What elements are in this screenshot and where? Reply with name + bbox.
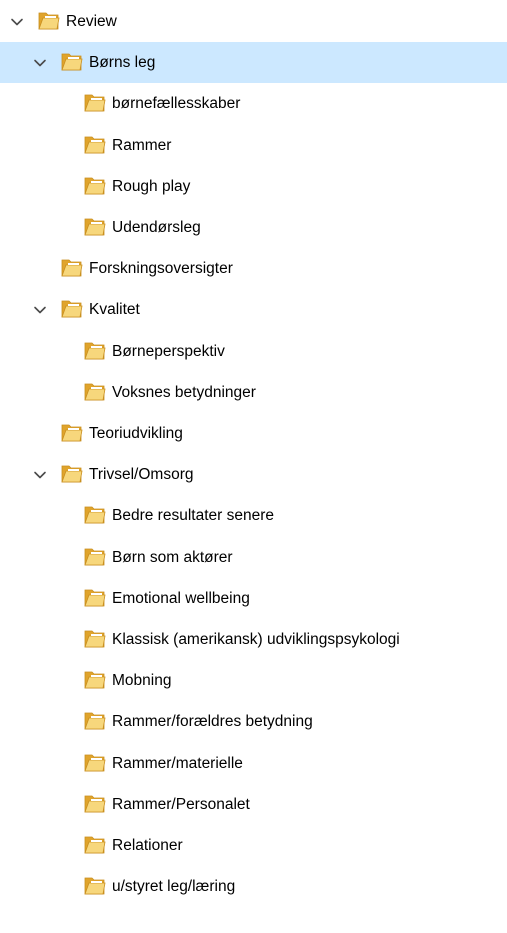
tree-item-label: Bedre resultater senere bbox=[112, 507, 274, 525]
tree-item-forskningsoversigter[interactable]: Forskningsoversigter bbox=[0, 248, 507, 289]
folder-icon bbox=[84, 795, 106, 813]
folder-icon bbox=[61, 465, 83, 483]
tree-item-rammer-materielle[interactable]: Rammer/materielle bbox=[0, 743, 507, 784]
tree-item-label: Emotional wellbeing bbox=[112, 589, 250, 607]
folder-icon bbox=[61, 53, 83, 71]
tree-item-relationer[interactable]: Relationer bbox=[0, 825, 507, 866]
folder-tree: Review Børns leg børnefællesskaber Rammer Ro… bbox=[0, 0, 507, 933]
tree-item-label: Børn som aktører bbox=[112, 548, 233, 566]
folder-icon bbox=[61, 424, 83, 442]
tree-item-label: Rammer bbox=[112, 136, 172, 154]
tree-item-label: Review bbox=[66, 13, 117, 30]
tree-item-label: Rough play bbox=[112, 177, 191, 195]
tree-item-udendorsleg[interactable]: Udendørsleg bbox=[0, 207, 507, 248]
folder-icon bbox=[84, 218, 106, 236]
chevron-down-icon[interactable] bbox=[33, 468, 47, 482]
folder-icon bbox=[84, 712, 106, 730]
tree-item-label: Børns leg bbox=[89, 54, 156, 72]
tree-item-born-som-aktorer[interactable]: Børn som aktører bbox=[0, 537, 507, 578]
tree-item-label: Forskningsoversigter bbox=[89, 260, 233, 278]
folder-icon bbox=[38, 12, 60, 30]
folder-icon bbox=[84, 836, 106, 854]
tree-item-rammer-personalet[interactable]: Rammer/Personalet bbox=[0, 784, 507, 825]
tree-item-label: børnefællesskaber bbox=[112, 95, 241, 113]
tree-item-label: Mobning bbox=[112, 672, 172, 690]
folder-icon bbox=[84, 506, 106, 524]
tree-item-label: Rammer/materielle bbox=[112, 754, 243, 772]
tree-item-borns-leg[interactable]: Børns leg bbox=[0, 42, 507, 84]
tree-item-label: Kvalitet bbox=[89, 301, 140, 319]
chevron-down-icon[interactable] bbox=[10, 15, 24, 29]
tree-item-voksnes-betydninger[interactable]: Voksnes betydninger bbox=[0, 372, 507, 413]
tree-item-emotional-wellbeing[interactable]: Emotional wellbeing bbox=[0, 578, 507, 619]
tree-item-label: u/styret leg/læring bbox=[112, 878, 236, 896]
tree-item-borneperspektiv[interactable]: Børneperspektiv bbox=[0, 331, 507, 372]
chevron-down-icon[interactable] bbox=[33, 56, 47, 70]
tree-item-trivsel-omsorg[interactable]: Trivsel/Omsorg bbox=[0, 454, 507, 495]
folder-icon bbox=[84, 94, 106, 112]
folder-icon bbox=[84, 548, 106, 565]
tree-item-bedre-resultater-senere[interactable]: Bedre resultater senere bbox=[0, 495, 507, 536]
folder-icon bbox=[84, 383, 106, 401]
folder-icon bbox=[84, 630, 106, 648]
tree-item-kvalitet[interactable]: Kvalitet bbox=[0, 289, 507, 330]
tree-item-label: Teoriudvikling bbox=[89, 425, 183, 442]
folder-icon bbox=[61, 259, 83, 277]
folder-icon bbox=[84, 177, 106, 195]
tree-item-label: Udendørsleg bbox=[112, 219, 201, 236]
tree-item-review[interactable]: Review bbox=[0, 1, 507, 42]
folder-icon bbox=[84, 671, 106, 689]
folder-icon bbox=[84, 136, 106, 153]
tree-item-rough-play[interactable]: Rough play bbox=[0, 166, 507, 207]
folder-icon bbox=[84, 877, 106, 895]
chevron-down-icon[interactable] bbox=[33, 303, 47, 317]
tree-item-label: Børneperspektiv bbox=[112, 342, 225, 360]
tree-item-label: Voksnes betydninger bbox=[112, 383, 256, 401]
tree-item-label: Klassisk (amerikansk) udviklingspsykolog… bbox=[112, 631, 400, 648]
tree-item-label: Rammer/forældres betydning bbox=[112, 713, 313, 731]
folder-icon bbox=[61, 300, 83, 318]
tree-item-rammer-foraeldres-betydning[interactable]: Rammer/forældres betydning bbox=[0, 701, 507, 742]
tree-item-label: Rammer/Personalet bbox=[112, 795, 250, 813]
folder-icon bbox=[84, 754, 106, 771]
tree-item-label: Relationer bbox=[112, 837, 183, 854]
folder-icon bbox=[84, 342, 106, 359]
tree-item-rammer[interactable]: Rammer bbox=[0, 125, 507, 166]
tree-item-label: Trivsel/Omsorg bbox=[89, 466, 194, 484]
tree-item-klassisk-amerikansk-udviklingspsykologi[interactable]: Klassisk (amerikansk) udviklingspsykolog… bbox=[0, 619, 507, 660]
folder-icon bbox=[84, 589, 106, 607]
tree-item-bornefaellesskaber[interactable]: børnefællesskaber bbox=[0, 83, 507, 124]
tree-item-mobning[interactable]: Mobning bbox=[0, 660, 507, 701]
tree-item-teoriudvikling[interactable]: Teoriudvikling bbox=[0, 413, 507, 454]
tree-item-u-styret-leg-laering[interactable]: u/styret leg/læring bbox=[0, 866, 507, 907]
